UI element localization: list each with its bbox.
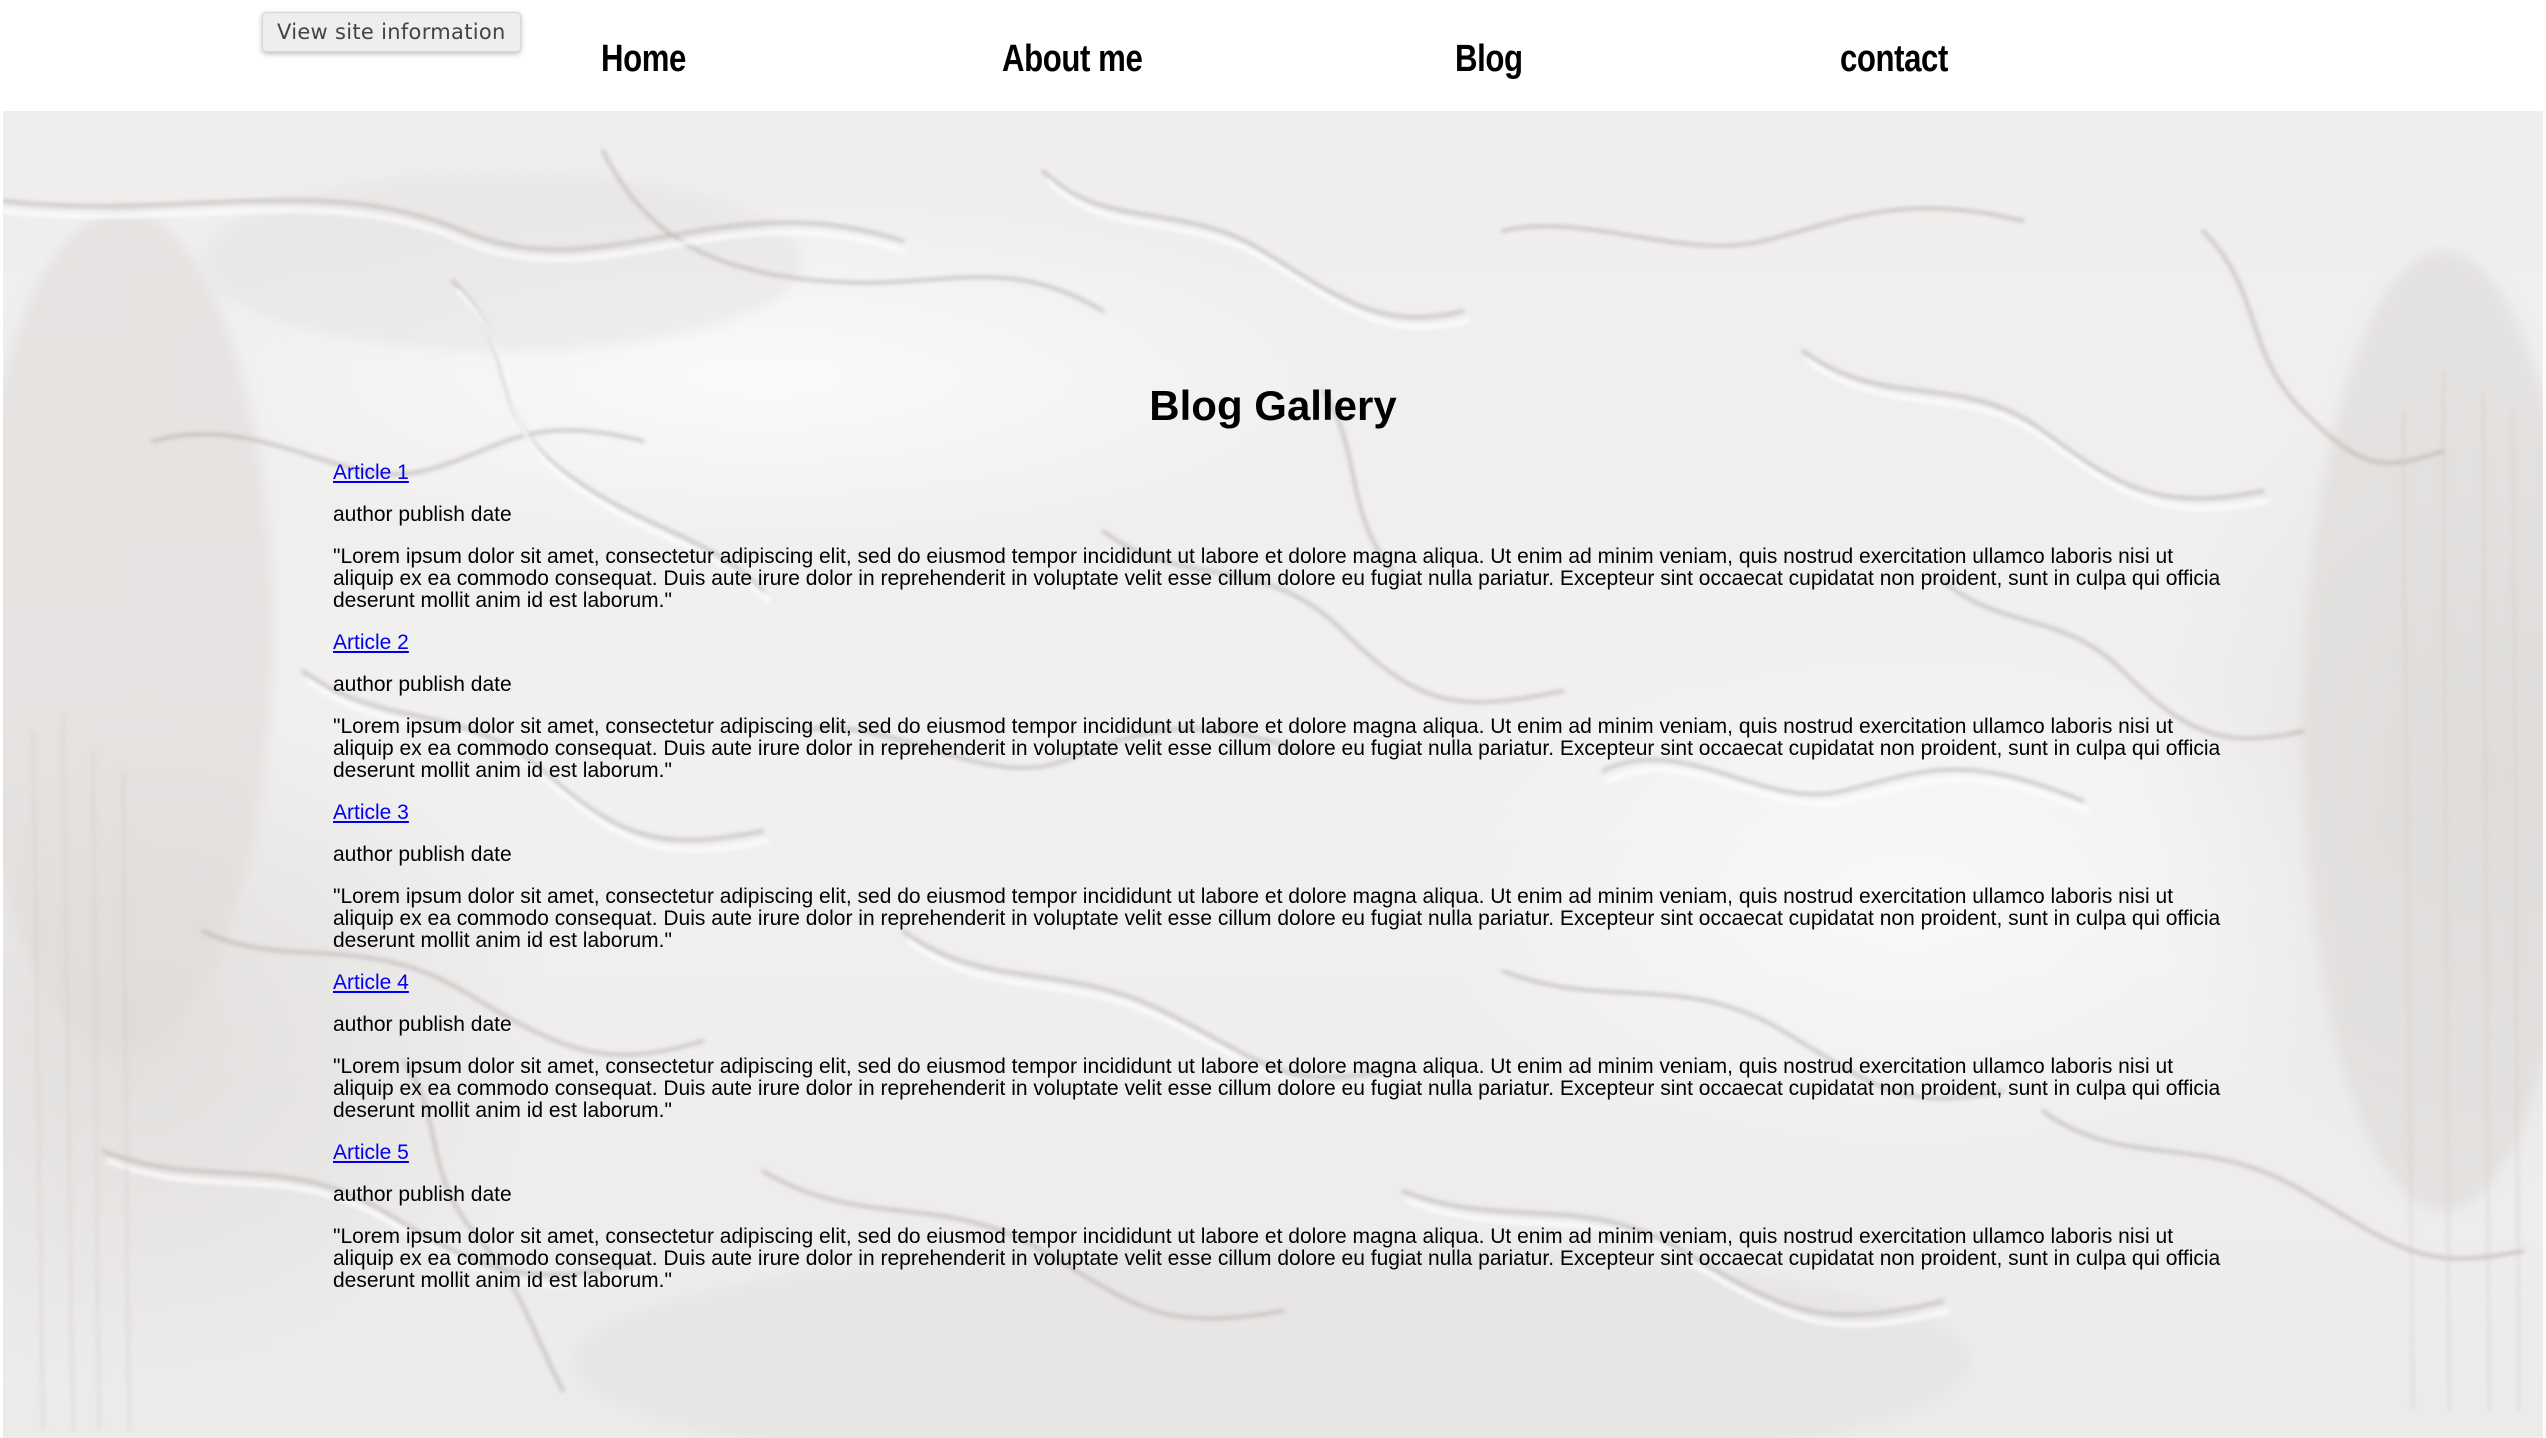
article-item: Article 4 author publish date "Lorem ips… [333,972,2233,1122]
nav-contact-link[interactable]: contact [1840,38,1948,81]
article-4-link[interactable]: Article 4 [333,972,409,994]
article-meta: author publish date [333,673,512,696]
article-excerpt: "Lorem ipsum dolor sit amet, consectetur… [333,715,2221,782]
article-5-link[interactable]: Article 5 [333,1142,409,1164]
article-excerpt: "Lorem ipsum dolor sit amet, consectetur… [333,1055,2221,1122]
article-excerpt: "Lorem ipsum dolor sit amet, consectetur… [333,1225,2221,1292]
article-item: Article 5 author publish date "Lorem ips… [333,1142,2233,1292]
page-title: Blog Gallery [1149,382,1397,429]
article-list: Article 1 author publish date "Lorem ips… [333,462,2233,1312]
nav-home-link[interactable]: Home [601,38,686,81]
article-excerpt: "Lorem ipsum dolor sit amet, consectetur… [333,885,2221,952]
article-excerpt: "Lorem ipsum dolor sit amet, consectetur… [333,545,2221,612]
article-meta: author publish date [333,1013,512,1036]
blog-hero: Blog Gallery Article 1 author publish da… [3,111,2543,1438]
article-meta: author publish date [333,503,512,526]
nav-about-link[interactable]: About me [1002,38,1143,81]
article-3-link[interactable]: Article 3 [333,802,409,824]
article-meta: author publish date [333,1183,512,1206]
nav-blog-link[interactable]: Blog [1455,38,1523,81]
article-1-link[interactable]: Article 1 [333,462,409,484]
article-2-link[interactable]: Article 2 [333,632,409,654]
blog-content: Blog Gallery Article 1 author publish da… [3,111,2543,1438]
article-item: Article 2 author publish date "Lorem ips… [333,632,2233,782]
article-item: Article 1 author publish date "Lorem ips… [333,462,2233,612]
article-item: Article 3 author publish date "Lorem ips… [333,802,2233,952]
article-meta: author publish date [333,843,512,866]
top-nav: Home About me Blog contact [0,0,2546,110]
